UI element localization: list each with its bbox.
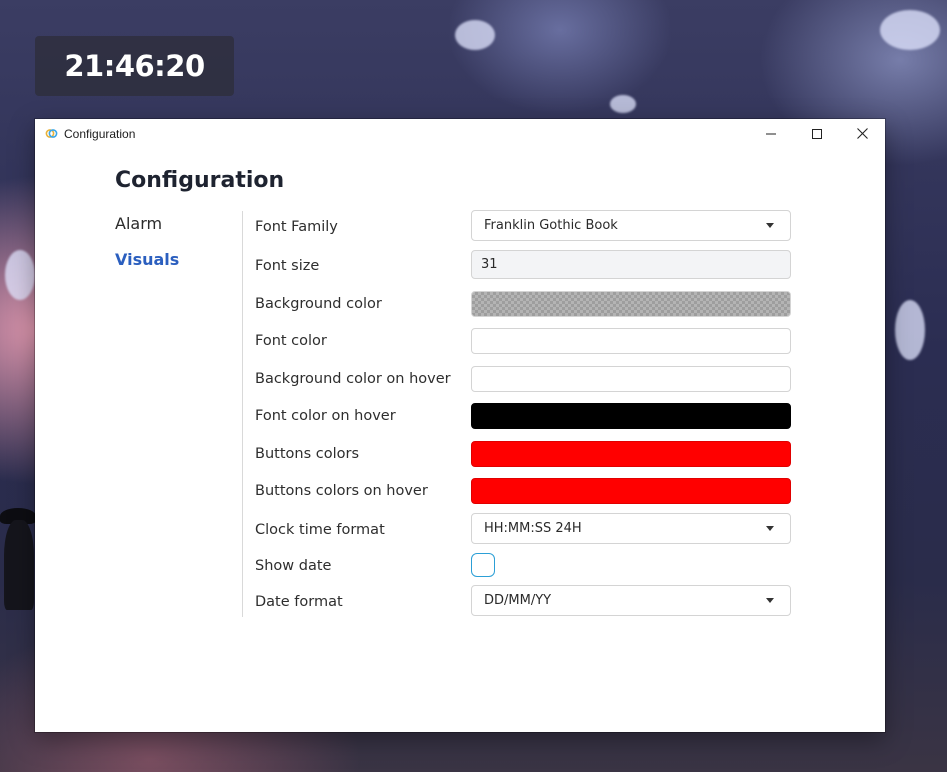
clock-time-format-value: HH:MM:SS 24H: [484, 521, 582, 536]
background-art: [895, 300, 925, 360]
background-art: [880, 10, 940, 50]
font-family-value: Franklin Gothic Book: [484, 218, 618, 233]
nav-item-visuals[interactable]: Visuals: [115, 250, 179, 286]
font-color-hover-label: Font color on hover: [255, 408, 396, 424]
font-color-label: Font color: [255, 333, 327, 349]
minimize-button[interactable]: [748, 119, 794, 148]
silhouette-figure: [4, 520, 34, 610]
clock-time-format-select[interactable]: HH:MM:SS 24H: [471, 513, 791, 544]
close-icon: [856, 128, 868, 139]
background-color-swatch[interactable]: [471, 291, 791, 317]
settings-nav: Alarm Visuals: [115, 214, 179, 286]
font-family-label: Font Family: [255, 219, 338, 235]
background-color-hover-label: Background color on hover: [255, 371, 451, 387]
date-format-label: Date format: [255, 594, 343, 610]
background-color-hover-swatch[interactable]: [471, 366, 791, 392]
nav-item-alarm[interactable]: Alarm: [115, 214, 179, 250]
font-size-input[interactable]: [471, 250, 791, 279]
background-art: [5, 250, 35, 300]
link-rings-icon: [45, 129, 58, 138]
date-format-select[interactable]: DD/MM/YY: [471, 585, 791, 616]
buttons-colors-label: Buttons colors: [255, 446, 359, 462]
buttons-colors-hover-swatch[interactable]: [471, 478, 791, 504]
maximize-button[interactable]: [794, 119, 840, 148]
show-date-checkbox[interactable]: [471, 553, 495, 577]
configuration-window: Configuration Configuration Alarm Visual…: [35, 119, 885, 732]
background-art: [610, 95, 636, 113]
window-title: Configuration: [64, 127, 136, 141]
clock-time-text: 21:46:20: [64, 49, 205, 83]
date-format-value: DD/MM/YY: [484, 593, 552, 608]
page-title: Configuration: [115, 168, 285, 193]
font-color-swatch[interactable]: [471, 328, 791, 354]
show-date-label: Show date: [255, 558, 332, 574]
font-family-select[interactable]: Franklin Gothic Book: [471, 210, 791, 241]
clock-time-format-label: Clock time format: [255, 522, 385, 538]
font-size-label: Font size: [255, 258, 320, 274]
nav-divider: [242, 211, 243, 617]
title-bar[interactable]: Configuration: [35, 119, 885, 148]
minimize-icon: [766, 133, 776, 134]
buttons-colors-swatch[interactable]: [471, 441, 791, 467]
font-color-hover-swatch[interactable]: [471, 403, 791, 429]
close-button[interactable]: [839, 119, 885, 148]
chevron-down-icon: [766, 598, 774, 603]
chevron-down-icon: [766, 223, 774, 228]
background-art: [455, 20, 495, 50]
maximize-icon: [812, 128, 822, 139]
chevron-down-icon: [766, 526, 774, 531]
clock-overlay[interactable]: 21:46:20: [35, 36, 234, 96]
buttons-colors-hover-label: Buttons colors on hover: [255, 483, 428, 499]
background-color-label: Background color: [255, 296, 382, 312]
